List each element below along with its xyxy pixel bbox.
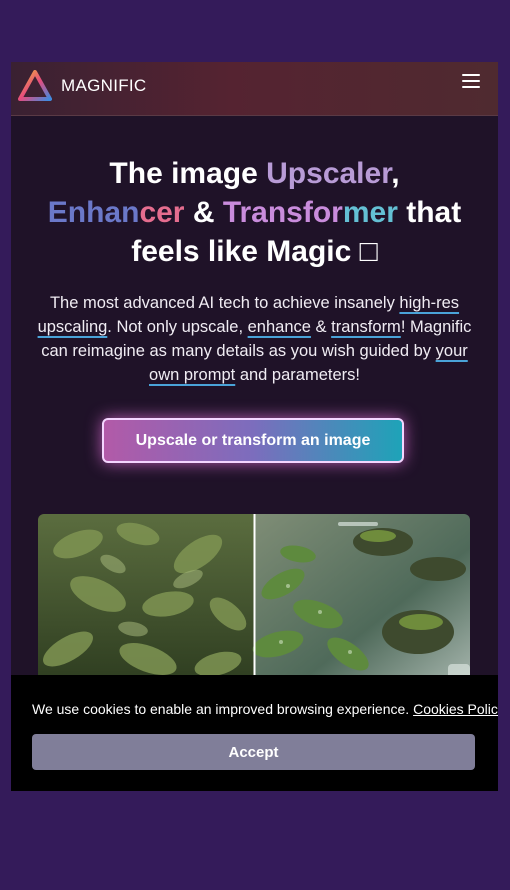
title-line3: feels like Magic □ <box>131 235 378 268</box>
title-enhancer-a: Enhan <box>47 196 140 229</box>
before-after-jungle-river-image[interactable] <box>38 514 470 684</box>
cookie-message: We use cookies to enable an improved bro… <box>32 701 498 717</box>
title-ampersand: & <box>184 196 223 229</box>
menu-line <box>462 80 480 82</box>
title-part: The image <box>109 157 267 190</box>
hero-title: The image Upscaler, Enhancer & Transforme… <box>31 154 478 271</box>
title-upscaler: Upscaler <box>266 157 392 190</box>
title-that: that <box>397 196 462 229</box>
magnific-triangle-logo-icon[interactable] <box>18 70 52 101</box>
sub-text: The most advanced AI tech to achieve ins… <box>49 294 400 312</box>
cookie-text: We use cookies to enable an improved bro… <box>32 701 410 717</box>
cookie-banner: We use cookies to enable an improved bro… <box>11 675 498 791</box>
menu-line <box>462 86 480 88</box>
title-comma: , <box>391 157 400 190</box>
title-enhancer-b: cer <box>139 196 185 229</box>
upscale-transform-button[interactable]: Upscale or transform an image <box>102 418 404 463</box>
link-enhance[interactable]: enhance <box>248 318 311 336</box>
sub-text: & <box>310 318 332 336</box>
title-transformer-b: mer <box>342 196 398 229</box>
link-transform[interactable]: transform <box>331 318 401 336</box>
hamburger-menu-icon[interactable] <box>462 72 480 90</box>
menu-line <box>462 74 480 76</box>
hero-subtitle: The most advanced AI tech to achieve ins… <box>31 291 478 387</box>
top-navbar: MAGNIFIC <box>11 62 498 116</box>
title-transformer-a: Transfor <box>222 196 343 229</box>
accept-cookies-button[interactable]: Accept <box>32 734 475 770</box>
comparison-artwork <box>38 514 470 684</box>
cookies-policy-link[interactable]: Cookies Policy <box>413 701 498 717</box>
sub-text: . Not only upscale, <box>107 318 248 336</box>
brand-name[interactable]: MAGNIFIC <box>61 76 147 96</box>
sub-text: and parameters! <box>235 366 360 384</box>
app-frame: MAGNIFIC The image Upscaler, Enhancer & T… <box>11 62 498 791</box>
